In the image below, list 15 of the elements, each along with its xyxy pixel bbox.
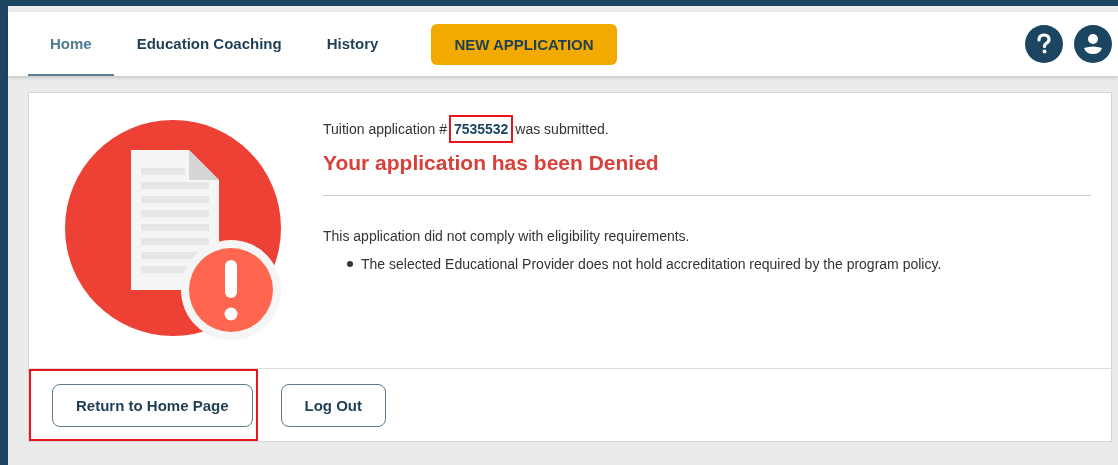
explanation-text: This application did not comply with eligibility requirements.	[323, 228, 691, 244]
submission-text: Tuition application # 7535532 was submitted.	[323, 115, 1091, 143]
help-icon	[1034, 33, 1054, 55]
action-button[interactable]: Return to Home Page	[52, 384, 253, 427]
nav-tab[interactable]: Home	[28, 12, 114, 76]
nav-tab[interactable]: Education Coaching	[114, 12, 304, 76]
help-button[interactable]	[1025, 25, 1063, 63]
action-button[interactable]: Log Out	[280, 384, 386, 427]
nav-tab[interactable]: History	[304, 12, 401, 76]
status-heading: Your application has been Denied	[323, 151, 1091, 196]
reason-text: The selected Educational Provider does not hold accreditation required by the program policy.	[361, 256, 942, 272]
bullet-icon	[347, 261, 353, 267]
new-application-button[interactable]: NEW APPLICATION	[431, 23, 617, 65]
user-icon	[1083, 33, 1103, 55]
account-button[interactable]	[1074, 25, 1112, 63]
